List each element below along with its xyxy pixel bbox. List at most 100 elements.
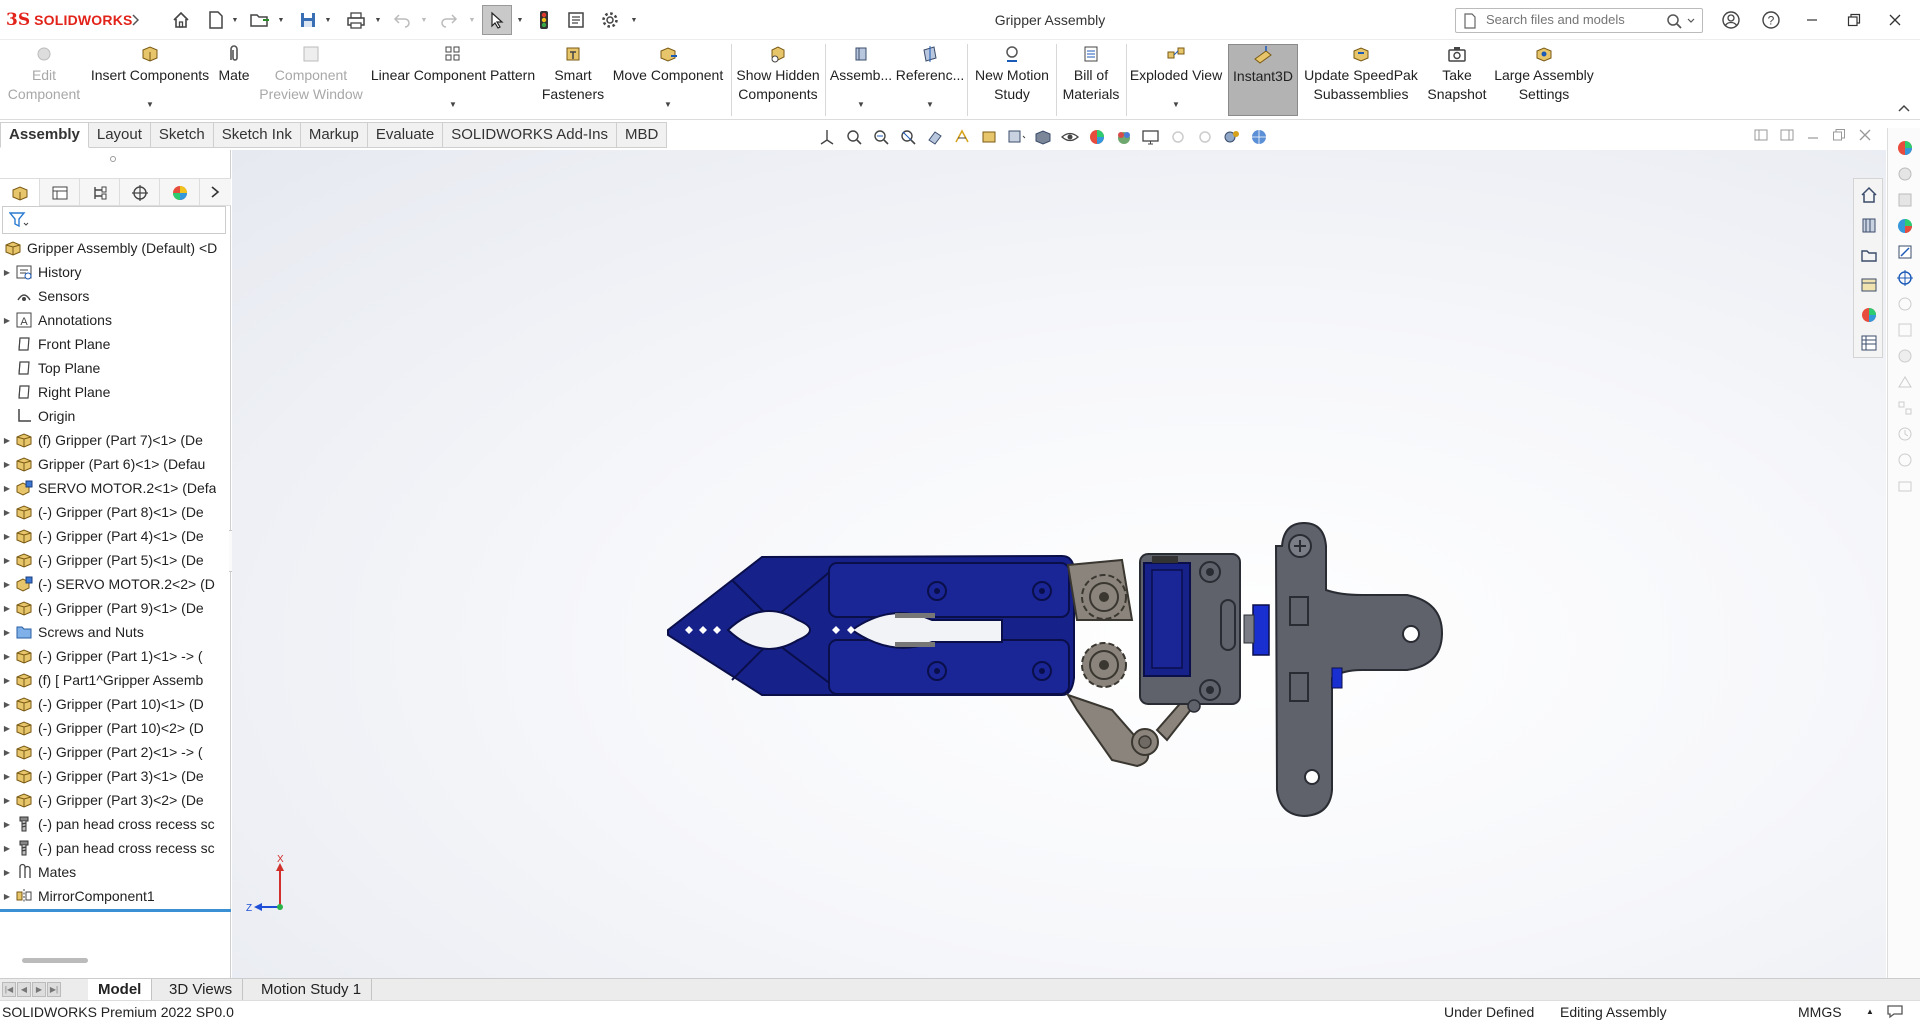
close-window-icon[interactable]	[1883, 8, 1907, 32]
task-pane-icon-2[interactable]	[1895, 164, 1915, 184]
tree-item[interactable]: ▶ History	[0, 260, 231, 284]
unit-system-arrow-icon[interactable]: ▲	[1866, 1007, 1874, 1016]
tree-item[interactable]: ▶ Screws and Nuts	[0, 620, 231, 644]
zoom-to-fit-icon[interactable]	[842, 126, 866, 148]
search-box[interactable]	[1455, 8, 1703, 33]
search-input[interactable]	[1486, 12, 1646, 27]
zoom-to-area-icon[interactable]	[869, 126, 893, 148]
new-dropdown-icon[interactable]: ▼	[230, 8, 240, 32]
last-tab-icon[interactable]: ▶|	[47, 982, 61, 997]
tree-item[interactable]: ▶ (-) Gripper (Part 3)<1> (De	[0, 764, 231, 788]
shadows-icon[interactable]	[1193, 126, 1217, 148]
update-speedpak-subassemblies-button[interactable]: Update SpeedPak Subassemblies	[1302, 44, 1420, 116]
tree-item[interactable]: ▶ SERVO MOTOR.2<1> (Defa	[0, 476, 231, 500]
take-snapshot-button[interactable]: Take Snapshot	[1422, 44, 1492, 116]
servo-coupling[interactable]	[1252, 604, 1270, 656]
dropdown-arrow-icon[interactable]: ▼	[664, 95, 672, 114]
design-library-icon[interactable]	[1859, 215, 1879, 235]
home-view-icon[interactable]	[1859, 185, 1879, 205]
tree-item[interactable]: ▶ MirrorComponent1	[0, 884, 231, 908]
task-pane-icon-9[interactable]	[1895, 346, 1915, 366]
expand-arrow-icon[interactable]: ▶	[0, 676, 14, 685]
prev-tab-icon[interactable]: ◀	[17, 982, 31, 997]
displaymanager-tab-icon[interactable]	[160, 179, 200, 206]
featuremanager-tab-icon[interactable]	[0, 179, 40, 206]
tree-item[interactable]: ▶ (-) Gripper (Part 10)<1> (D	[0, 692, 231, 716]
section-view-icon[interactable]	[923, 126, 947, 148]
tab-sketch[interactable]: Sketch	[150, 122, 214, 148]
tree-item[interactable]: ▶ A Annotations	[0, 308, 231, 332]
tab-evaluate[interactable]: Evaluate	[367, 122, 444, 148]
solidworks-resources-icon[interactable]	[1895, 138, 1915, 158]
expand-arrow-icon[interactable]: ▶	[0, 436, 14, 445]
file-explorer-icon[interactable]	[1859, 245, 1879, 265]
mate-button[interactable]: Mate	[214, 44, 254, 116]
gripper-gears[interactable]	[1081, 574, 1127, 688]
custom-properties-icon[interactable]	[1859, 333, 1879, 353]
chat-icon[interactable]	[1886, 1003, 1904, 1022]
task-pane-icon-12[interactable]	[1895, 424, 1915, 444]
redo-dropdown-icon[interactable]: ▼	[467, 8, 477, 32]
rebuild-traffic-light-icon[interactable]	[532, 8, 556, 32]
task-pane-icon-14[interactable]	[1895, 476, 1915, 496]
tree-item[interactable]: ▶ (-) Gripper (Part 4)<1> (De	[0, 524, 231, 548]
smart-fasteners-button[interactable]: Smart Fasteners	[540, 44, 606, 116]
instant3d-button[interactable]: Instant3D	[1228, 44, 1298, 116]
tile-left-icon[interactable]	[1753, 127, 1769, 143]
view-orientation-icon[interactable]	[1004, 126, 1028, 148]
collapse-ribbon-icon[interactable]	[1897, 100, 1911, 116]
expand-arrow-icon[interactable]: ▶	[0, 748, 14, 757]
perspective-icon[interactable]	[1247, 126, 1271, 148]
expand-arrow-icon[interactable]: ▶	[0, 508, 14, 517]
dropdown-arrow-icon[interactable]: ▼	[146, 95, 154, 114]
expand-arrow-icon[interactable]: ▶	[0, 532, 14, 541]
expand-arrow-icon[interactable]: ▶	[0, 892, 14, 901]
minimize-window-icon[interactable]	[1800, 8, 1824, 32]
expand-arrow-icon[interactable]: ▶	[0, 724, 14, 733]
view-orientation-triad-icon[interactable]	[815, 126, 839, 148]
tab-motion-study-1[interactable]: Motion Study 1	[251, 979, 373, 1001]
home-icon[interactable]	[169, 8, 193, 32]
save-dropdown-icon[interactable]: ▼	[323, 8, 333, 32]
expand-arrow-icon[interactable]: ▶	[0, 484, 14, 493]
expand-arrow-icon[interactable]: ▶	[0, 820, 14, 829]
hide-show-items-icon[interactable]	[1058, 126, 1082, 148]
save-icon[interactable]	[296, 8, 320, 32]
first-tab-icon[interactable]: |◀	[2, 982, 16, 997]
tree-item[interactable]: ▶ Gripper (Part 6)<1> (Defau	[0, 452, 231, 476]
view-palette-icon[interactable]	[1859, 275, 1879, 295]
tree-item[interactable]: ▶ (-) Gripper (Part 2)<1> -> (	[0, 740, 231, 764]
configurationmanager-tab-icon[interactable]	[80, 179, 120, 206]
select-dropdown-icon[interactable]: ▼	[515, 8, 525, 32]
undo-icon[interactable]	[390, 8, 414, 32]
tree-item[interactable]: Sensors	[0, 284, 231, 308]
bill-of-materials-button[interactable]: Bill of Materials	[1058, 44, 1124, 116]
previous-view-icon[interactable]	[896, 126, 920, 148]
tree-item[interactable]: ▶ (f) Gripper (Part 7)<1> (De	[0, 428, 231, 452]
task-pane-icon-13[interactable]	[1895, 450, 1915, 470]
tree-item[interactable]: Right Plane	[0, 380, 231, 404]
tile-right-icon[interactable]	[1779, 127, 1795, 143]
apply-scene-icon[interactable]	[1112, 126, 1136, 148]
new-motion-study-button[interactable]: New Motion Study	[970, 44, 1054, 116]
servo-motor-housing[interactable]	[1139, 553, 1241, 713]
exploded-view-button[interactable]: Exploded View ▼	[1128, 44, 1224, 116]
tab-model[interactable]: Model	[88, 979, 153, 1001]
expand-arrow-icon[interactable]: ▶	[0, 772, 14, 781]
document-minimize-icon[interactable]	[1805, 127, 1821, 143]
propertymanager-tab-icon[interactable]	[40, 179, 80, 206]
task-pane-icon-3[interactable]	[1895, 190, 1915, 210]
show-hidden-components-button[interactable]: Show Hidden Components	[734, 44, 822, 116]
file-properties-icon[interactable]	[564, 8, 588, 32]
edit-icon[interactable]	[1895, 242, 1915, 262]
search-icon[interactable]	[1666, 13, 1696, 32]
target-icon[interactable]	[1895, 268, 1915, 288]
document-restore-icon[interactable]	[1831, 127, 1847, 143]
tree-item[interactable]: ▶ (f) [ Part1^Gripper Assemb	[0, 668, 231, 692]
tab-3d-views[interactable]: 3D Views	[159, 979, 244, 1001]
filter-funnel-icon[interactable]	[8, 212, 29, 231]
unit-system-button[interactable]: MMGS	[1798, 1004, 1842, 1020]
gripper-jaw-assembly[interactable]	[667, 554, 1075, 696]
expand-arrow-icon[interactable]: ▶	[0, 460, 14, 469]
tree-item[interactable]: ▶ (-) Gripper (Part 8)<1> (De	[0, 500, 231, 524]
